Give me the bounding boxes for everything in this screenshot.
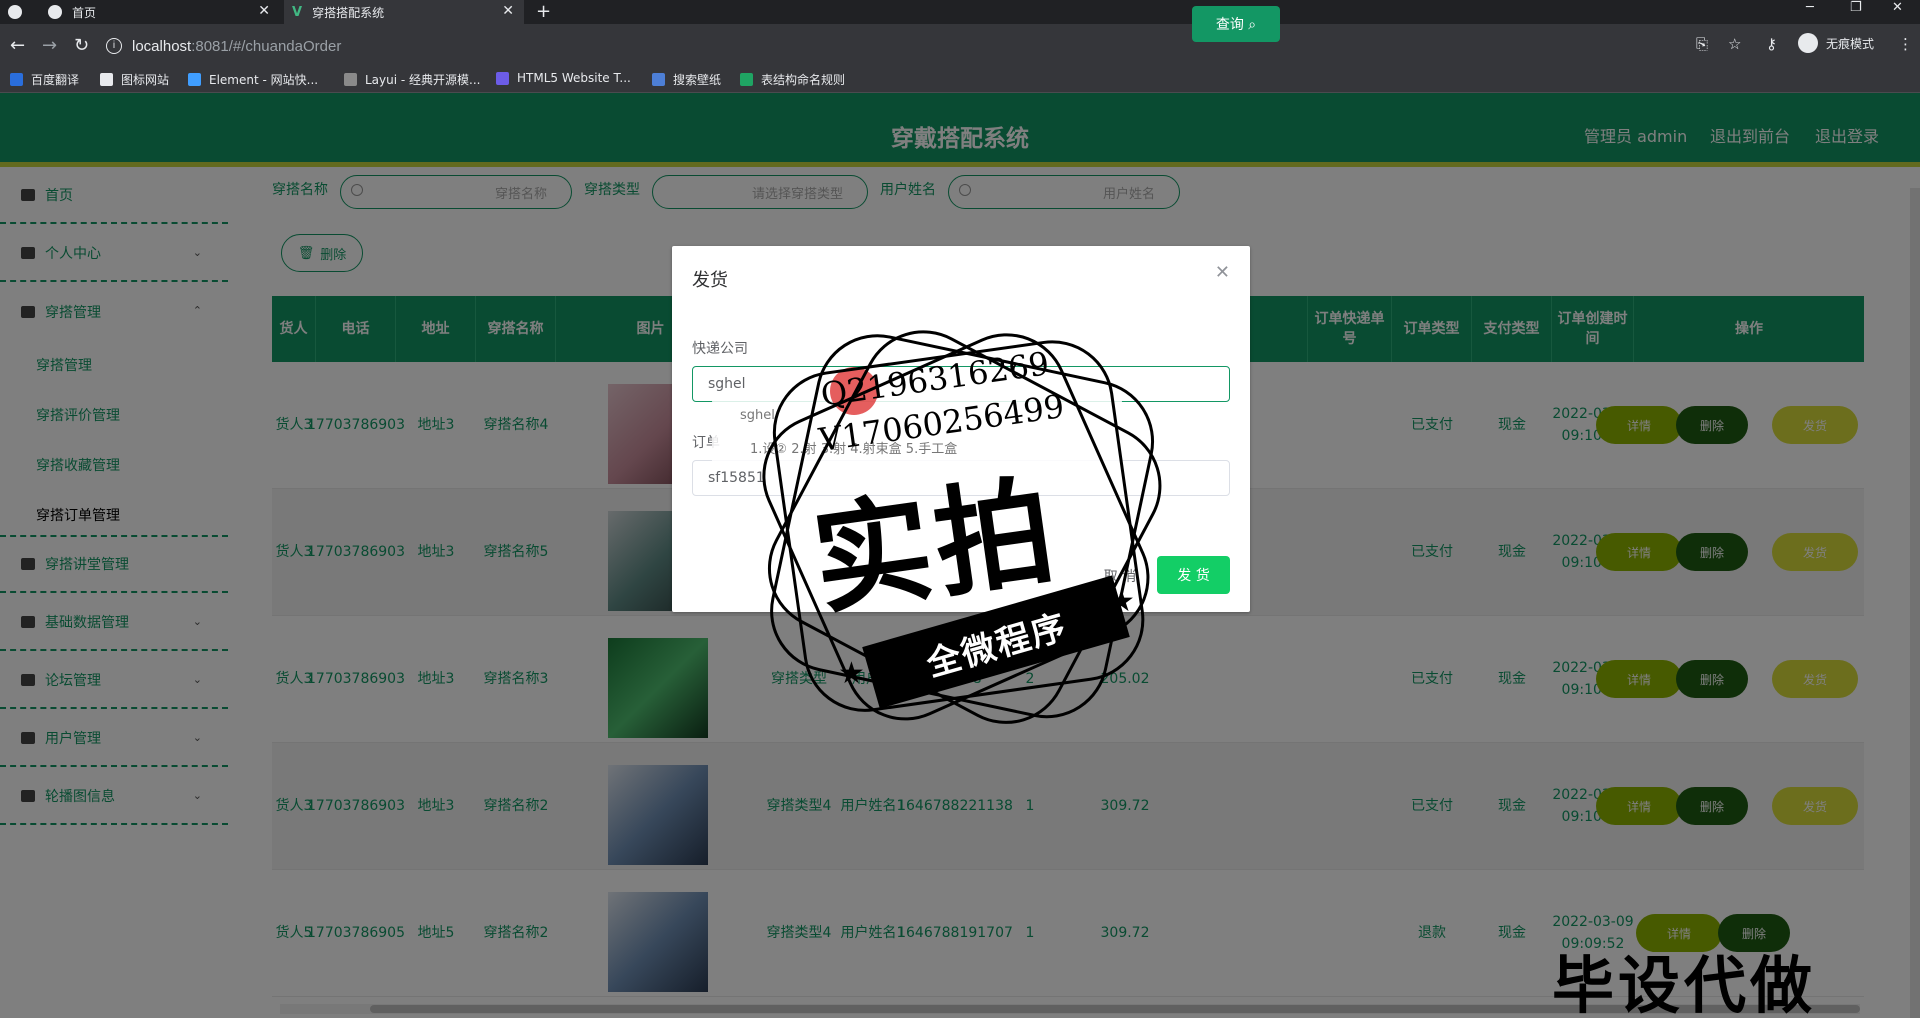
restore-icon[interactable]: ❐ [1850,0,1862,15]
close-icon[interactable]: ✕ [1215,262,1230,283]
address-bar: ← → ↻ i localhost:8081/#/chuandaOrder ⎘ … [0,24,1920,68]
browser-tabbar: 首页 ✕ V 穿搭搭配系统 ✕ + ─ ❐ ✕ [0,0,1920,24]
browser-menu-icon[interactable] [0,0,34,24]
bookmark-item[interactable]: 百度翻译 [10,71,79,88]
info-icon[interactable]: i [106,38,122,54]
vue-icon: V [292,4,303,20]
back-icon[interactable]: ← [10,35,25,56]
globe-icon [48,5,62,19]
forward-icon[interactable]: → [42,35,57,56]
bookmark-item[interactable]: Element - 网站快... [188,71,318,88]
minimize-icon[interactable]: ─ [1806,0,1814,15]
key-icon[interactable]: ⚷ [1766,35,1777,53]
bookmarks-bar: 百度翻译 图标网站 Element - 网站快... Layui - 经典开源模… [0,68,1920,93]
close-tab-icon[interactable]: ✕ [502,3,514,19]
translate-icon[interactable]: ⎘ [1696,35,1708,53]
close-window-icon[interactable]: ✕ [1892,0,1903,15]
bookmark-item[interactable]: HTML5 Website T... [496,71,631,85]
star-icon: ★ [1108,584,1135,619]
bookmark-item[interactable]: Layui - 经典开源模... [344,71,480,88]
browser-tab-system[interactable]: V 穿搭搭配系统 ✕ [284,0,524,24]
star-icon: ★ [838,656,865,691]
close-tab-icon[interactable]: ✕ [258,3,270,19]
bookmark-item[interactable]: 表结构命名规则 [740,71,845,88]
incognito-icon [1798,33,1818,53]
bookmark-item[interactable]: 图标网站 [100,71,169,88]
incognito-badge[interactable]: 无痕模式 [1798,33,1874,53]
more-icon[interactable]: ⋮ [1898,35,1913,53]
reload-icon[interactable]: ↻ [74,35,89,56]
watermark-corner: 毕设代做 [1552,949,1817,1022]
query-button[interactable]: 查询 ⌕ [1192,6,1280,42]
browser-tab-home[interactable]: 首页 ✕ [40,0,280,24]
dialog-title: 发货 [692,270,728,291]
star-icon[interactable]: ☆ [1728,35,1741,53]
new-tab-button[interactable]: + [536,1,551,22]
bookmark-item[interactable]: 搜索壁纸 [652,71,721,88]
